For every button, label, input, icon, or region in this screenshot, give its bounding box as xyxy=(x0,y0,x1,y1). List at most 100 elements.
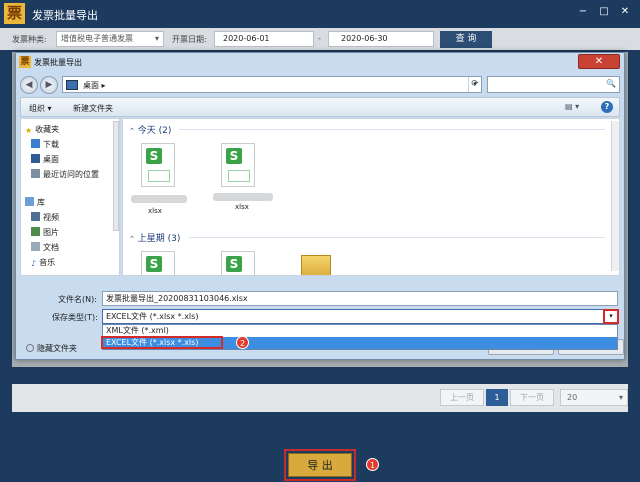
refresh-icon[interactable]: ⟳ xyxy=(468,76,482,93)
nav-videos[interactable]: 视频 xyxy=(31,212,59,224)
prev-page-button[interactable]: 上一页 xyxy=(440,389,484,406)
collapse-icon xyxy=(26,344,34,352)
minimize-button[interactable]: − xyxy=(576,6,590,17)
group-today-label: 今天 (2) xyxy=(137,126,172,136)
nav-downloads[interactable]: 下载 xyxy=(31,139,59,151)
close-button[interactable]: ✕ xyxy=(618,6,632,17)
recent-places-icon xyxy=(31,169,40,178)
picture-icon xyxy=(31,227,40,236)
hide-folders-toggle[interactable]: 隐藏文件夹 xyxy=(26,343,77,354)
group-today[interactable]: ⌃ 今天 (2) xyxy=(129,123,171,136)
download-folder-icon xyxy=(31,139,40,148)
app-title: 发票批量导出 xyxy=(32,9,98,22)
nav-libraries-label: 库 xyxy=(37,198,45,207)
chevron-right-icon: ▸ xyxy=(101,81,106,90)
xlsx-file-icon[interactable]: S xyxy=(221,251,255,275)
nav-downloads-label: 下载 xyxy=(43,140,59,149)
address-bar[interactable]: 桌面 ▸ ▾ xyxy=(62,76,482,93)
chevron-down-icon: ▾ xyxy=(154,34,159,43)
nav-videos-label: 视频 xyxy=(43,213,59,222)
step-badge-2: 2 xyxy=(236,336,249,349)
nav-favorites[interactable]: ★ 收藏夹 xyxy=(25,124,59,136)
page-size-select[interactable]: 20 ▾ xyxy=(560,389,628,406)
wps-icon: S xyxy=(146,148,162,164)
sheet-grid-icon xyxy=(148,170,170,182)
nav-music-label: 音乐 xyxy=(39,258,56,267)
nav-pictures-label: 图片 xyxy=(43,228,59,237)
back-button[interactable]: ◀ xyxy=(20,76,38,94)
nav-favorites-label: 收藏夹 xyxy=(35,125,60,134)
file-list-scrollbar[interactable] xyxy=(611,121,619,271)
nav-music[interactable]: ♪ 音乐 xyxy=(31,257,55,269)
document-icon xyxy=(31,242,40,251)
nav-scrollbar[interactable] xyxy=(113,121,119,231)
file-ext-label: xlsx xyxy=(235,203,249,211)
filetype-dropdown-button[interactable]: ▾ xyxy=(603,309,619,324)
dialog-titlebar: 票 发票批量导出 ✕ xyxy=(16,53,624,71)
library-icon xyxy=(25,197,34,206)
nav-recent-label: 最近访问的位置 xyxy=(43,170,99,179)
chevron-down-icon: ▾ xyxy=(618,393,623,402)
nav-libraries[interactable]: 库 xyxy=(25,197,45,209)
filename-input[interactable]: 发票批量导出_20200831103046.xlsx xyxy=(102,291,618,306)
invoice-type-value: 增值税电子普通发票 xyxy=(61,34,133,43)
help-icon[interactable]: ? xyxy=(601,101,613,113)
new-folder-button[interactable]: 新建文件夹 xyxy=(73,103,113,114)
query-button[interactable]: 查 询 xyxy=(440,31,492,48)
nav-desktop[interactable]: 桌面 xyxy=(31,154,59,166)
file-list-pane: ⌃ 今天 (2) S xlsx S xlsx ⌃ 上星期 (3) S S xyxy=(122,118,620,276)
date-from-input[interactable]: 2020-06-01 xyxy=(214,31,314,47)
dialog-app-icon: 票 xyxy=(19,56,31,68)
search-input[interactable]: 🔍 xyxy=(487,76,620,93)
blurred-filename xyxy=(131,195,187,203)
xlsx-file-icon[interactable]: S xyxy=(221,143,255,187)
wps-icon: S xyxy=(226,148,242,164)
save-options-panel: 文件名(N): 发票批量导出_20200831103046.xlsx 保存类型(… xyxy=(20,281,624,357)
dialog-close-button[interactable]: ✕ xyxy=(578,54,620,69)
nav-documents-label: 文档 xyxy=(43,243,59,252)
nav-pictures[interactable]: 图片 xyxy=(31,227,59,239)
next-page-button[interactable]: 下一页 xyxy=(510,389,554,406)
file-ext-label: xlsx xyxy=(148,207,162,215)
invoice-type-select[interactable]: 增值税电子普通发票 ▾ xyxy=(56,31,164,47)
filetype-label: 保存类型(T): xyxy=(52,313,98,322)
group-last-week-label: 上星期 (3) xyxy=(137,234,181,244)
date-to-input[interactable]: 2020-06-30 xyxy=(328,31,434,47)
video-icon xyxy=(31,212,40,221)
star-icon: ★ xyxy=(25,126,33,135)
maximize-button[interactable]: □ xyxy=(597,6,611,17)
collapse-icon: ⌃ xyxy=(129,127,135,135)
nav-recent[interactable]: 最近访问的位置 xyxy=(31,169,99,181)
organize-button[interactable]: 组织 ▾ xyxy=(29,103,52,114)
navigation-pane: ★ 收藏夹 下载 桌面 最近访问的位置 库 视频 图片 文档 ♪ 音乐 xyxy=(20,118,120,276)
date-separator: - xyxy=(318,34,321,43)
save-dialog: 票 发票批量导出 ✕ ◀ ▶ 桌面 ▸ ▾ ⟳ 🔍 组织 ▾ 新建文件夹 ▤ ▾… xyxy=(15,52,625,360)
address-path: 桌面 ▸ xyxy=(83,80,106,91)
command-bar: 组织 ▾ 新建文件夹 ▤ ▾ ? xyxy=(20,97,620,117)
invoice-date-label: 开票日期: xyxy=(172,35,207,44)
sheet-grid-icon xyxy=(228,170,250,182)
wps-icon: S xyxy=(146,256,162,272)
search-icon: 🔍 xyxy=(606,79,616,88)
step-badge-1: 1 xyxy=(366,458,379,471)
app-titlebar: 票 发票批量导出 − □ ✕ xyxy=(0,0,640,28)
group-divider xyxy=(179,129,605,130)
blurred-filename xyxy=(213,193,273,201)
address-path-label: 桌面 xyxy=(83,81,99,90)
xlsx-file-icon[interactable]: S xyxy=(141,251,175,275)
group-last-week[interactable]: ⌃ 上星期 (3) xyxy=(129,231,180,244)
filetype-select[interactable]: EXCEL文件 (*.xlsx *.xls) xyxy=(102,309,618,324)
export-button[interactable]: 导 出 xyxy=(284,449,356,481)
invoice-type-label: 发票种类: xyxy=(12,35,47,44)
nav-documents[interactable]: 文档 xyxy=(31,242,59,254)
music-icon: ♪ xyxy=(31,259,37,268)
folder-icon[interactable] xyxy=(301,255,331,275)
view-options-icon[interactable]: ▤ ▾ xyxy=(565,102,579,111)
forward-button[interactable]: ▶ xyxy=(40,76,58,94)
group-divider xyxy=(189,237,605,238)
dialog-title: 发票批量导出 xyxy=(34,58,82,67)
page-1-button[interactable]: 1 xyxy=(486,389,508,406)
xlsx-file-icon[interactable]: S xyxy=(141,143,175,187)
desktop-icon xyxy=(31,154,40,163)
hide-folders-label: 隐藏文件夹 xyxy=(37,344,77,353)
